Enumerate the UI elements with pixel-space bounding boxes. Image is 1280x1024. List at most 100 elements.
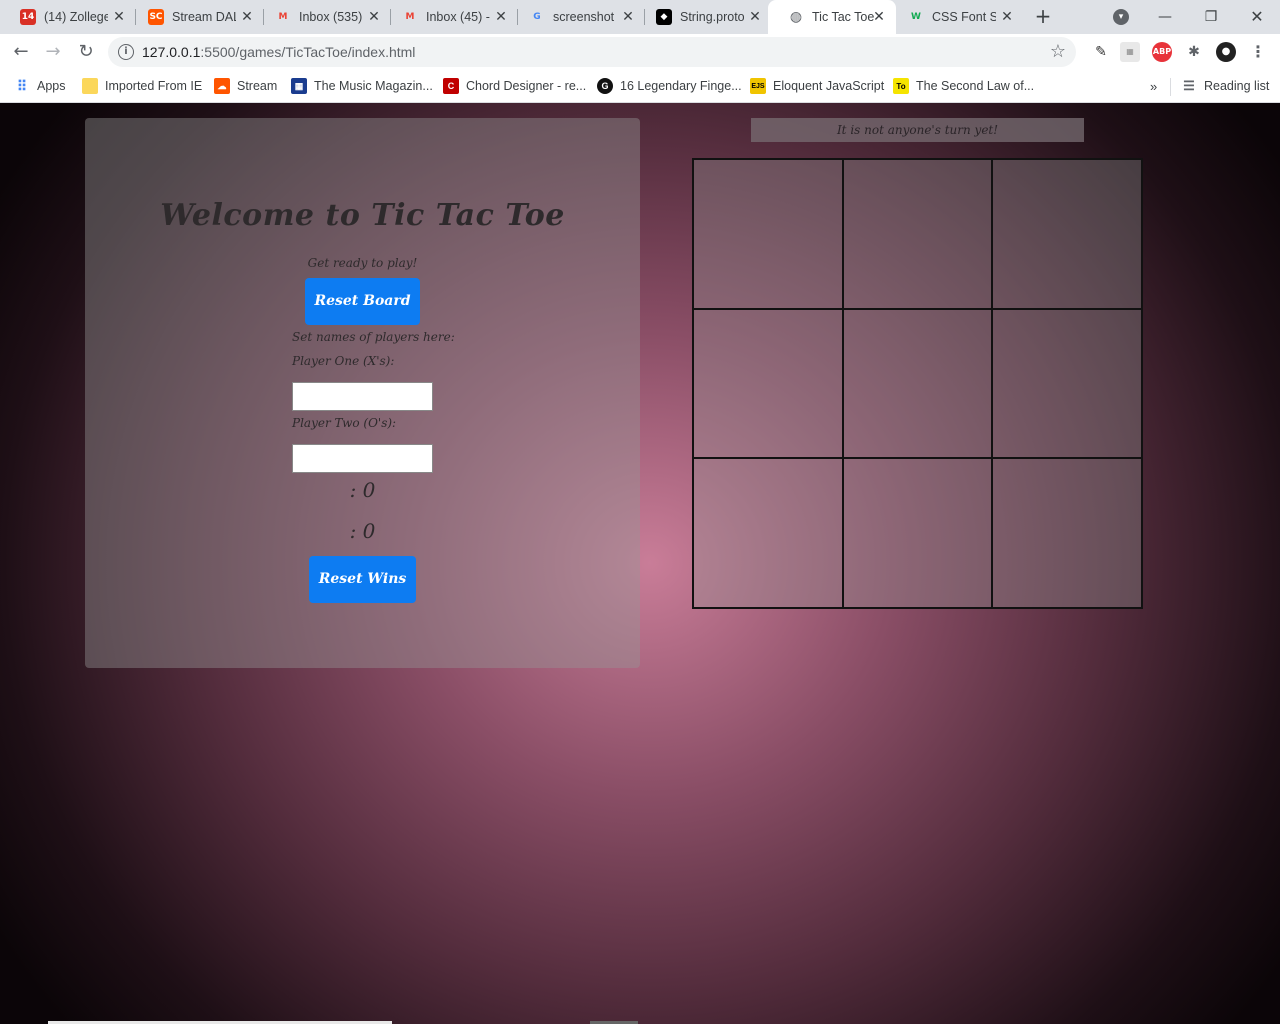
- bookmark-eloquent-javascript[interactable]: EJS Eloquent JavaScript: [750, 76, 884, 96]
- globe-icon: ◍: [789, 9, 803, 25]
- bookmark-stream[interactable]: ☁ Stream: [214, 76, 277, 96]
- bookmark-label: The Second Law of...: [916, 79, 1035, 93]
- board-cell[interactable]: [992, 308, 1142, 459]
- tab-title: Inbox (535): [299, 10, 363, 24]
- control-panel: Welcome to Tic Tac Toe Get ready to play…: [85, 118, 640, 668]
- page-title: Welcome to Tic Tac Toe: [160, 198, 565, 233]
- board-cell[interactable]: [842, 159, 993, 309]
- restore-icon[interactable]: ❐: [1198, 4, 1224, 30]
- address-bar[interactable]: i 127.0.0.1:5500/games/TicTacToe/index.h…: [108, 37, 1076, 67]
- player-one-score: : 0: [349, 478, 376, 502]
- tab-tic-tac-toe[interactable]: ◍ Tic Tac Toe ✕: [768, 0, 896, 34]
- tab-title: screenshot: [553, 10, 615, 24]
- bookmark-star-icon[interactable]: ☆: [1050, 41, 1066, 62]
- zollege-icon: 14: [20, 9, 36, 25]
- browser-tab-strip: 14 (14) Zollege ✕ SC Stream DAL ✕ M Inbo…: [0, 0, 1280, 34]
- bookmark-imported-from-ie[interactable]: Imported From IE: [82, 76, 202, 96]
- to-icon: To: [893, 78, 909, 94]
- bookmark-apps[interactable]: ⠿ Apps: [14, 76, 66, 96]
- set-names-label: Set names of players here:: [292, 330, 455, 344]
- tab-title: Stream DAL: [172, 10, 236, 24]
- player-one-name-input[interactable]: [292, 382, 433, 411]
- ejs-icon: EJS: [750, 78, 766, 94]
- reload-icon[interactable]: ↻: [74, 40, 98, 64]
- bookmarks-bar: ⠿ Apps Imported From IE ☁ Stream ▦ The M…: [0, 70, 1280, 103]
- gmail-icon: M: [405, 12, 415, 22]
- gmail-icon: M: [278, 12, 288, 22]
- reading-list-button[interactable]: ☰ Reading list: [1181, 76, 1269, 96]
- bookmark-label: 16 Legendary Finge...: [620, 79, 742, 93]
- tab-css-font[interactable]: W CSS Font Si ✕: [888, 0, 1024, 34]
- board-cell[interactable]: [693, 159, 843, 309]
- bookmarks-overflow-icon[interactable]: »: [1150, 76, 1157, 96]
- tab-title: (14) Zollege: [44, 10, 108, 24]
- new-tab-icon[interactable]: +: [1032, 6, 1054, 28]
- reset-board-button[interactable]: Reset Board: [305, 278, 420, 325]
- tab-zollege[interactable]: 14 (14) Zollege ✕: [0, 0, 136, 34]
- reading-list-label: Reading list: [1204, 79, 1270, 93]
- mdn-icon: ◆: [656, 9, 672, 25]
- site-info-icon[interactable]: i: [118, 44, 134, 60]
- board-cell[interactable]: [992, 159, 1142, 309]
- player-two-label: Player Two (O's):: [292, 416, 397, 430]
- board-cell[interactable]: [842, 308, 993, 459]
- tab-screenshot[interactable]: G screenshot ✕: [509, 0, 645, 34]
- bookmark-music-magazine[interactable]: ▦ The Music Magazin...: [291, 76, 433, 96]
- minimize-icon[interactable]: —: [1152, 4, 1178, 30]
- bookmarks-divider: [1170, 78, 1171, 96]
- adblock-icon[interactable]: ABP: [1152, 42, 1172, 62]
- close-tab-icon[interactable]: ✕: [748, 10, 762, 24]
- turn-status: It is not anyone's turn yet!: [751, 118, 1084, 142]
- game-board: [692, 158, 1143, 609]
- tab-inbox-45[interactable]: M Inbox (45) - ✕: [382, 0, 518, 34]
- url-text[interactable]: 127.0.0.1:5500/games/TicTacToe/index.htm…: [142, 44, 415, 60]
- subtitle: Get ready to play!: [307, 256, 418, 270]
- close-tab-icon[interactable]: ✕: [872, 10, 886, 24]
- g-icon: G: [597, 78, 613, 94]
- close-tab-icon[interactable]: ✕: [621, 10, 635, 24]
- w3-icon: W: [911, 12, 921, 22]
- folder-icon: [82, 78, 98, 94]
- board-cell[interactable]: [693, 458, 843, 608]
- bookmark-second-law[interactable]: To The Second Law of...: [893, 76, 1034, 96]
- close-window-icon[interactable]: ✕: [1244, 4, 1270, 30]
- extensions-puzzle-icon[interactable]: ✱: [1184, 42, 1204, 62]
- board-cell[interactable]: [693, 308, 843, 459]
- menu-kebab-icon[interactable]: ⋮: [1248, 42, 1268, 62]
- close-tab-icon[interactable]: ✕: [240, 10, 254, 24]
- bookmark-chord-designer[interactable]: C Chord Designer - re...: [443, 76, 586, 96]
- close-tab-icon[interactable]: ✕: [367, 10, 381, 24]
- board-cell[interactable]: [992, 458, 1142, 608]
- bookmark-label: Chord Designer - re...: [466, 79, 587, 93]
- bookmark-label: The Music Magazin...: [314, 79, 433, 93]
- player-two-name-input[interactable]: [292, 444, 433, 473]
- tab-string-proto[interactable]: ◆ String.proto ✕: [636, 0, 772, 34]
- url-host: 127.0.0.1: [142, 44, 201, 60]
- bookmark-label: Apps: [37, 79, 66, 93]
- tab-inbox-535[interactable]: M Inbox (535) ✕: [255, 0, 391, 34]
- apps-grid-icon: ⠿: [16, 77, 28, 94]
- reset-wins-button[interactable]: Reset Wins: [309, 556, 416, 603]
- music-magazine-icon: ▦: [291, 78, 307, 94]
- board-cell[interactable]: [842, 458, 993, 608]
- page-viewport: Welcome to Tic Tac Toe Get ready to play…: [0, 103, 1280, 1024]
- bookmark-label: Imported From IE: [105, 79, 203, 93]
- extension-icon[interactable]: ▦: [1120, 42, 1140, 62]
- profile-avatar[interactable]: ●: [1216, 42, 1236, 62]
- close-tab-icon[interactable]: ✕: [494, 10, 508, 24]
- close-tab-icon[interactable]: ✕: [112, 10, 126, 24]
- back-icon[interactable]: ←: [9, 40, 33, 64]
- reading-list-icon: ☰: [1183, 78, 1195, 93]
- tab-title: CSS Font Si: [932, 10, 996, 24]
- player-two-score: : 0: [349, 519, 376, 543]
- bookmark-legendary-fingers[interactable]: G 16 Legendary Finge...: [597, 76, 742, 96]
- chord-designer-icon: C: [443, 78, 459, 94]
- forward-icon[interactable]: →: [41, 40, 65, 64]
- browser-toolbar: ← → ↻ i 127.0.0.1:5500/games/TicTacToe/i…: [0, 34, 1280, 70]
- tab-stream[interactable]: SC Stream DAL ✕: [128, 0, 264, 34]
- tab-search-icon[interactable]: ▾: [1113, 9, 1129, 25]
- eyedropper-extension-icon[interactable]: ✎: [1091, 42, 1111, 62]
- bookmark-label: Stream: [237, 79, 278, 93]
- close-tab-icon[interactable]: ✕: [1000, 10, 1014, 24]
- bookmark-label: Eloquent JavaScript: [773, 79, 885, 93]
